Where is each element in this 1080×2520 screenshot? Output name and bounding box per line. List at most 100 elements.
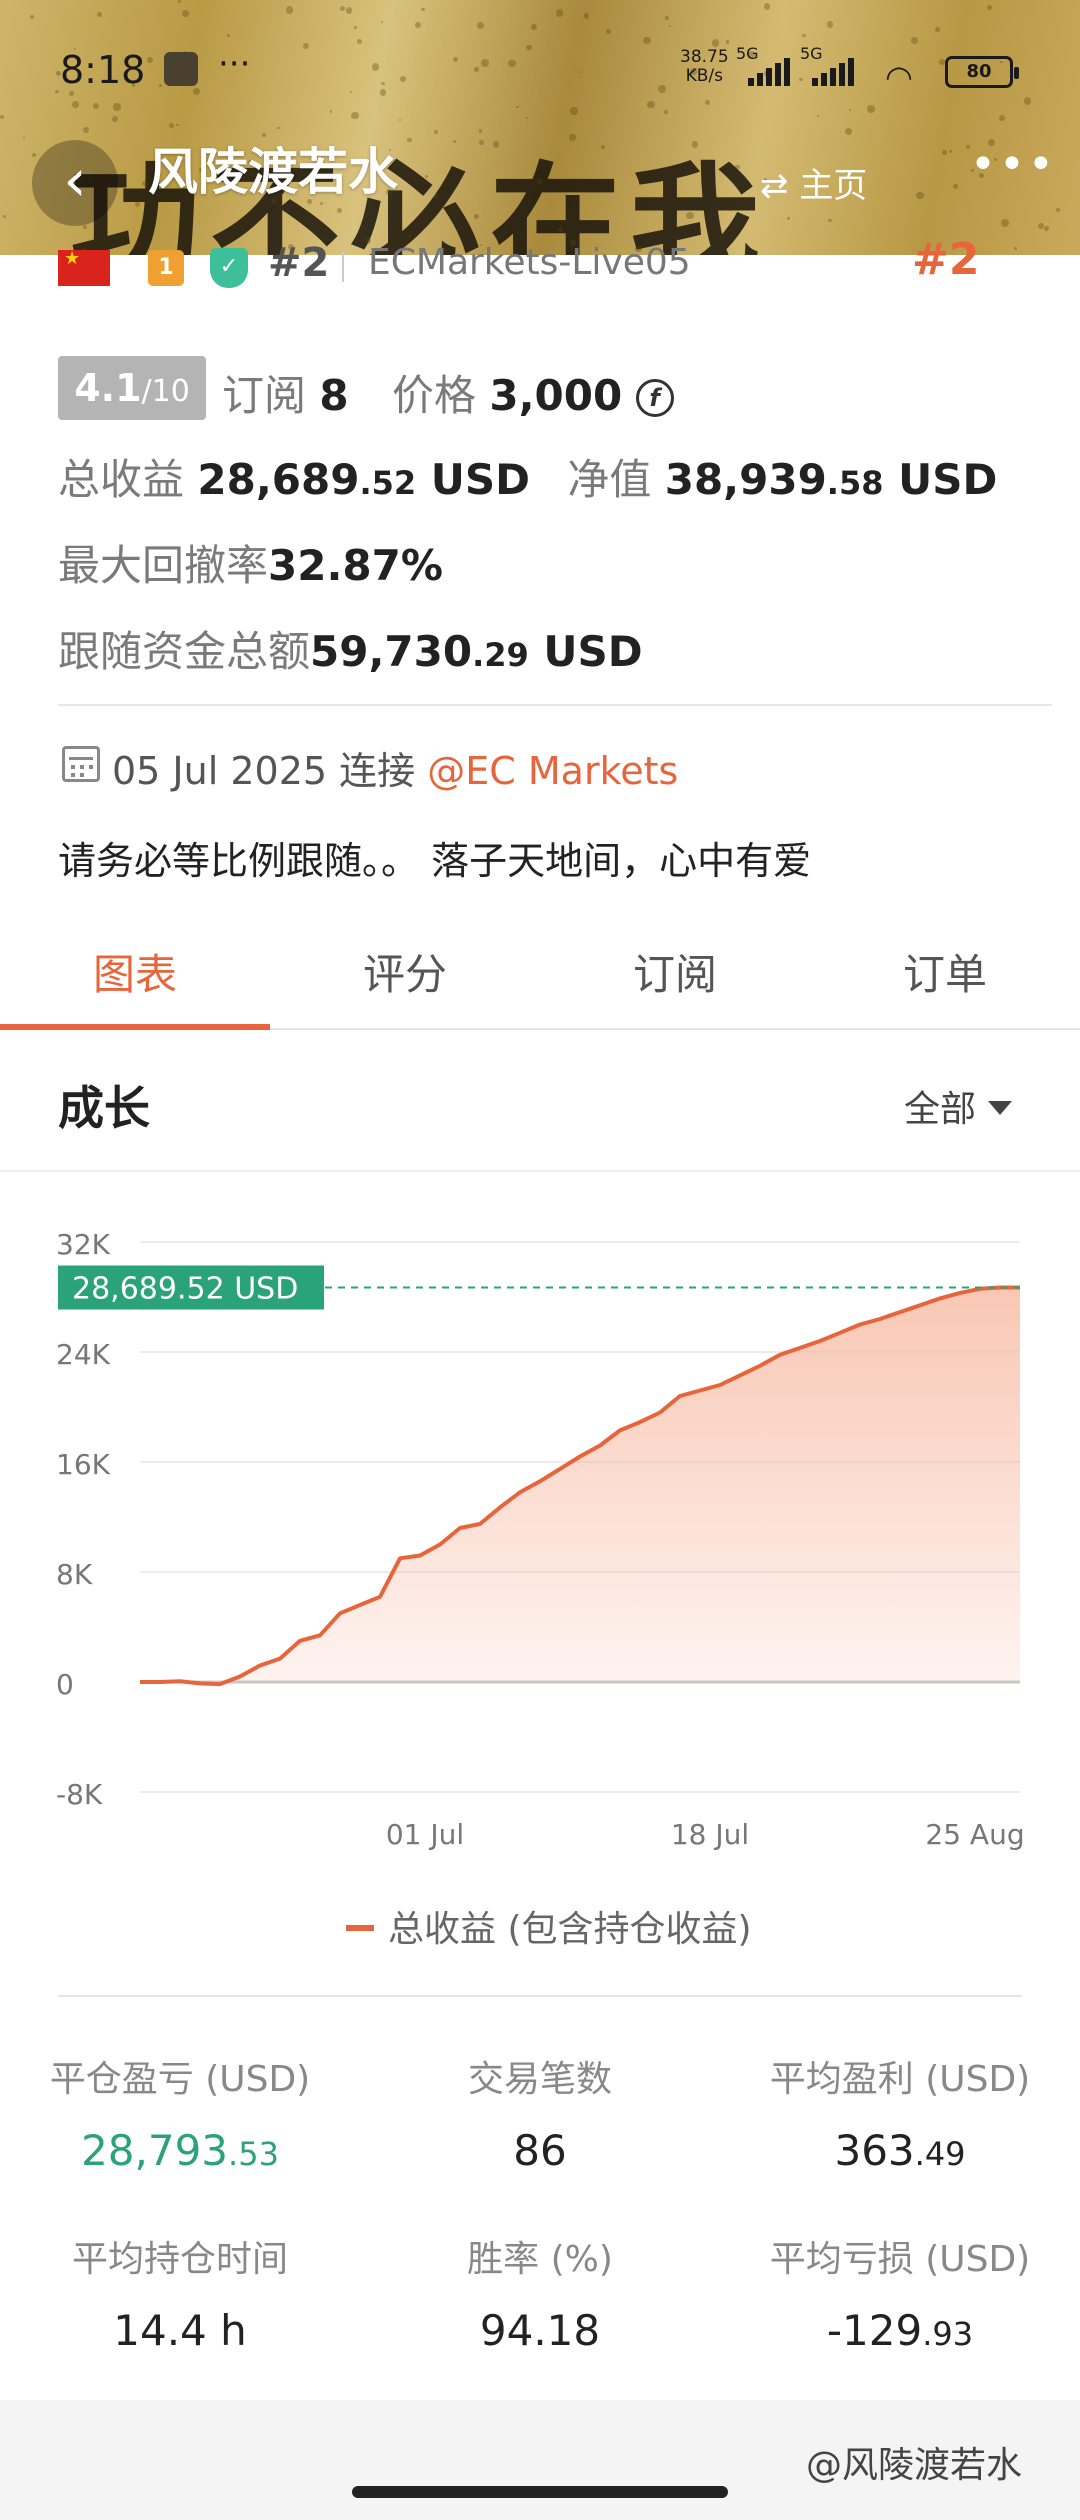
connection-info: 05 Jul 2025 连接 @EC Markets xyxy=(112,740,678,795)
network-speed-value: 38.75 xyxy=(680,47,729,67)
banner-speck xyxy=(786,217,790,220)
calendar-icon xyxy=(62,746,100,782)
connection-date: 05 Jul 2025 连接 xyxy=(112,749,416,793)
equity-fraction: .58 xyxy=(826,464,884,502)
total-profit-value: 28,689 xyxy=(197,455,360,504)
profit-row: 总收益 28,689.52 USD 净值 38,939.58 USD xyxy=(58,446,997,507)
price-value: 3,000 xyxy=(489,371,623,420)
banner-speck xyxy=(135,202,140,208)
banner-speck xyxy=(478,140,484,146)
growth-chart-svg: -8K 0 8K 16K 24K 32K 28,689.52 USD 01 Jul 18 Jul… xyxy=(56,1228,1025,1851)
signal-type-2: 5G xyxy=(800,44,823,63)
banner-speck xyxy=(3,214,7,218)
price-label: 价格 xyxy=(391,371,476,420)
metric-value-int: 363 xyxy=(834,2126,915,2175)
coin-icon: f xyxy=(635,379,674,417)
account-name: ECMarkets-Live05 xyxy=(368,242,691,283)
metric-item: 平均持仓时间 14.4 h xyxy=(0,2230,360,2355)
banner-speck xyxy=(691,141,698,148)
banner-speck xyxy=(942,149,947,155)
strategy-description: 请务必等比例跟随。。 落子天地间，心中有爱 xyxy=(58,839,812,883)
metric-item: 胜率 (%) 94.18 xyxy=(360,2230,720,2355)
home-button-label: 主页 xyxy=(799,166,868,206)
follow-funds-fraction: .29 xyxy=(472,636,529,674)
growth-chart: -8K 0 8K 16K 24K 32K 28,689.52 USD 01 Jul 18 Jul… xyxy=(0,1170,1080,1950)
banner-speck xyxy=(1037,222,1044,229)
metric-value-int: 28,793 xyxy=(81,2126,229,2175)
metric-label: 平仓盈亏 (USD) xyxy=(49,2059,311,2100)
banner-speck xyxy=(1044,225,1050,231)
y-tick-label: -8K xyxy=(56,1778,103,1811)
metric-label: 胜率 (%) xyxy=(467,2239,613,2280)
banner-speck xyxy=(473,213,479,219)
metric-value-fraction: .93 xyxy=(922,2315,974,2353)
home-indicator[interactable] xyxy=(352,2486,728,2498)
range-dropdown[interactable]: 全部 xyxy=(904,1080,1013,1132)
divider xyxy=(342,252,344,282)
metric-label: 平均亏损 (USD) xyxy=(769,2239,1031,2280)
metric-value-fraction: .49 xyxy=(914,2135,966,2173)
y-tick-label: 0 xyxy=(56,1668,74,1701)
network-speed: 38.75 KB/s xyxy=(680,48,729,86)
current-value-label: 28,689.52 USD xyxy=(72,1272,298,1307)
caret-down-icon xyxy=(988,1101,1013,1115)
status-more-dots: ··· xyxy=(218,44,251,84)
x-tick-label: 01 Jul xyxy=(386,1818,464,1851)
banner-speck xyxy=(1055,207,1060,212)
more-menu-button[interactable]: ••• xyxy=(970,143,1056,200)
score-badge: 4.1/10 xyxy=(58,356,206,420)
subscribe-count: 8 xyxy=(319,371,349,420)
equity-value: 38,939 xyxy=(664,455,827,504)
metric-item: 交易笔数 86 xyxy=(360,2050,720,2175)
follow-funds-row: 跟随资金总额59,730.29 USD xyxy=(58,618,643,679)
banner-speck xyxy=(916,191,925,200)
broker-link[interactable]: @EC Markets xyxy=(427,749,678,793)
divider xyxy=(58,1995,1022,1997)
chart-legend: 总收益 (包含持仓收益) xyxy=(346,1900,752,1952)
metric-value-int: 86 xyxy=(513,2126,567,2175)
home-button[interactable]: ⇄ 主页 xyxy=(760,158,867,207)
banner-speck xyxy=(827,218,832,223)
legend-label: 总收益 (包含持仓收益) xyxy=(388,1909,752,1950)
range-dropdown-label: 全部 xyxy=(904,1089,977,1130)
score-value: 4.1 xyxy=(74,366,142,410)
status-bar: 8:18 ··· 38.75 KB/s 5G 5G ◠ 80 xyxy=(0,0,1080,140)
metric-value: 14.4 h xyxy=(0,2306,360,2355)
equity-label: 净值 xyxy=(567,455,652,504)
metric-label: 平均盈利 (USD) xyxy=(769,2059,1031,2100)
tab-orders[interactable]: 订单 xyxy=(810,930,1080,1028)
metric-value-int: 94.18 xyxy=(479,2306,601,2355)
y-tick-label: 8K xyxy=(56,1558,93,1591)
metric-value: 363.49 xyxy=(720,2126,1080,2175)
metric-value: -129.93 xyxy=(720,2306,1080,2355)
follow-funds-unit: USD xyxy=(543,627,643,676)
tab-rating[interactable]: 评分 xyxy=(270,930,540,1028)
y-tick-label: 32K xyxy=(56,1228,111,1261)
follow-funds-label: 跟随资金总额 xyxy=(58,627,311,676)
rank-right: #2 xyxy=(912,234,980,285)
subscribe-label: 订阅 xyxy=(222,371,307,420)
badge-row: 1 ✓ #2 ECMarkets-Live05 #2 xyxy=(0,232,1080,290)
x-tick-label: 18 Jul xyxy=(671,1818,749,1851)
metric-value-int: 14.4 h xyxy=(113,2306,247,2355)
verified-shield-icon: ✓ xyxy=(210,248,248,288)
tab-chart[interactable]: 图表 xyxy=(0,930,270,1030)
signal-type-1: 5G xyxy=(736,44,759,63)
tab-bar: 图表 评分 订阅 订单 xyxy=(0,930,1080,1030)
max-drawdown-label: 最大回撤率 xyxy=(58,541,269,590)
metric-value: 28,793.53 xyxy=(0,2126,360,2175)
switch-icon: ⇄ xyxy=(760,166,789,206)
wifi-icon: ◠ xyxy=(885,58,913,96)
y-tick-label: 24K xyxy=(56,1338,111,1371)
level-badge: 1 xyxy=(148,250,184,286)
metric-value: 86 xyxy=(360,2126,720,2175)
network-speed-unit: KB/s xyxy=(685,66,724,86)
back-button[interactable]: ‹ xyxy=(32,140,118,226)
app-notification-icon xyxy=(164,52,198,86)
equity-unit: USD xyxy=(898,455,998,504)
banner-speck xyxy=(953,184,958,189)
metric-item: 平均盈利 (USD) 363.49 xyxy=(720,2050,1080,2175)
max-drawdown-value: 32.87% xyxy=(268,541,443,590)
tab-subscribe[interactable]: 订阅 xyxy=(540,930,810,1028)
metric-item: 平均亏损 (USD) -129.93 xyxy=(720,2230,1080,2355)
